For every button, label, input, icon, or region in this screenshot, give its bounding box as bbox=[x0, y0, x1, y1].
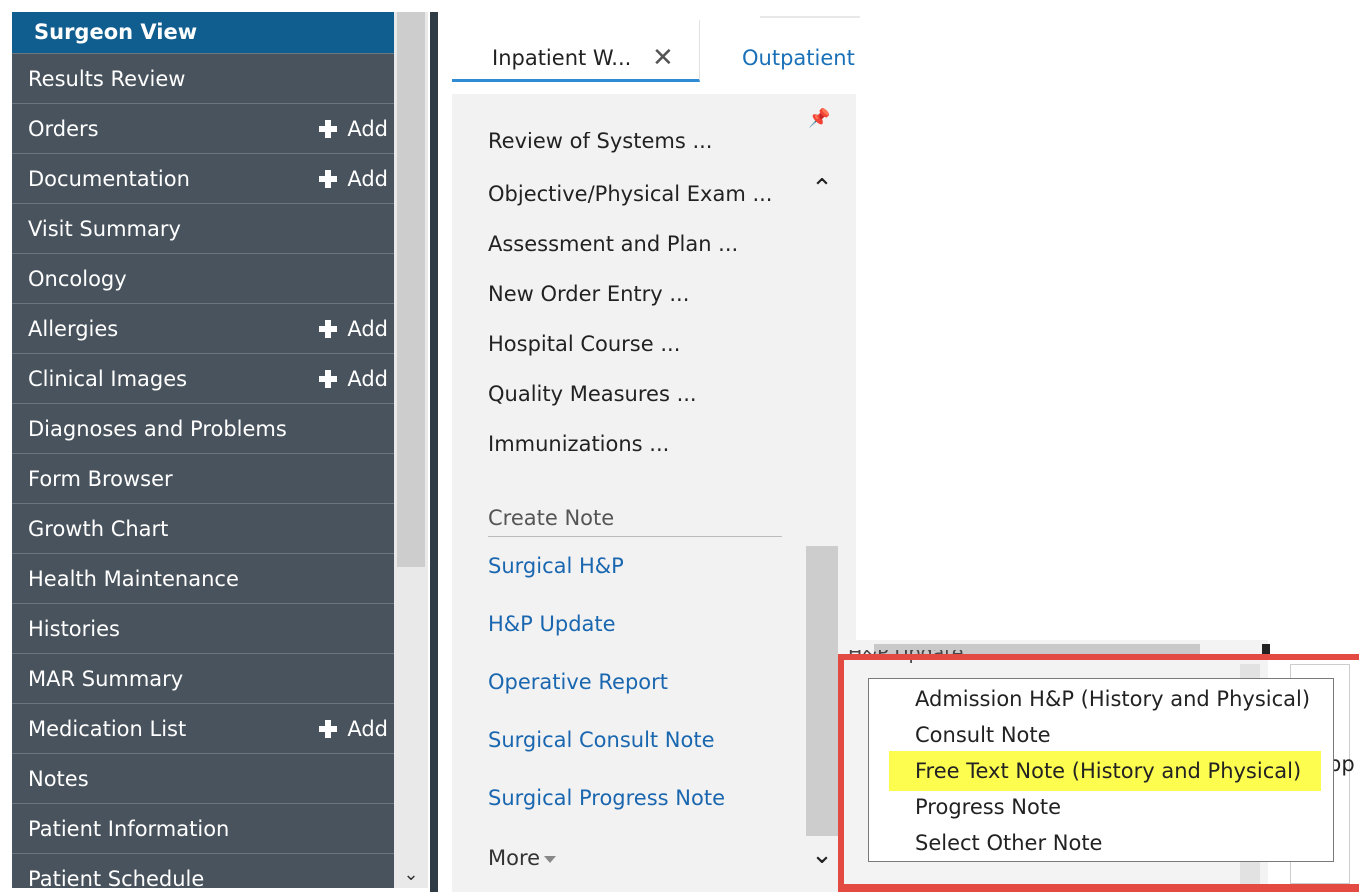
menu-item-histories[interactable]: Histories bbox=[12, 604, 394, 654]
menu-item-label: Visit Summary bbox=[28, 217, 181, 241]
menu-item-growth-chart[interactable]: Growth Chart bbox=[12, 504, 394, 554]
section-review-of-systems[interactable]: Review of Systems ... bbox=[488, 132, 712, 154]
menu-item-documentation[interactable]: Documentation Add bbox=[12, 154, 394, 204]
menu-item-label: Notes bbox=[28, 767, 89, 791]
popup-handle bbox=[1262, 644, 1270, 660]
more-dropdown[interactable]: More bbox=[488, 846, 557, 870]
menu-item-mar-summary[interactable]: MAR Summary bbox=[12, 654, 394, 704]
tab-label: Outpatient bbox=[742, 46, 855, 70]
close-icon[interactable]: ✕ bbox=[652, 20, 674, 79]
menu-scrollbar-thumb[interactable] bbox=[397, 12, 425, 567]
menu-item-label: Results Review bbox=[28, 67, 186, 91]
more-label: More bbox=[488, 846, 541, 870]
menu-item-diagnoses-and-problems[interactable]: Diagnoses and Problems bbox=[12, 404, 394, 454]
note-type-dropdown: Admission H&P (History and Physical) Con… bbox=[868, 678, 1334, 862]
menu-item-allergies[interactable]: Allergies Add bbox=[12, 304, 394, 354]
menu-item-health-maintenance[interactable]: Health Maintenance bbox=[12, 554, 394, 604]
menu-item-label: Oncology bbox=[28, 267, 127, 291]
toolbar-edge bbox=[760, 16, 860, 18]
menu-item-label: Allergies bbox=[28, 317, 119, 341]
add-label: Add bbox=[347, 167, 388, 191]
menu-item-visit-summary[interactable]: Visit Summary bbox=[12, 204, 394, 254]
menu-item-clinical-images[interactable]: Clinical Images Add bbox=[12, 354, 394, 404]
section-immunizations[interactable]: Immunizations ... bbox=[488, 432, 669, 456]
tab-label: Inpatient W... bbox=[492, 46, 632, 70]
menu-item-medication-list[interactable]: Medication List Add bbox=[12, 704, 394, 754]
menu-item-results-review[interactable]: Results Review bbox=[12, 54, 394, 104]
menu-item-orders[interactable]: Orders Add bbox=[12, 104, 394, 154]
option-free-text-note[interactable]: Free Text Note (History and Physical) bbox=[915, 759, 1301, 783]
create-note-divider bbox=[488, 536, 782, 537]
add-label: Add bbox=[347, 317, 388, 341]
note-link-hp-update[interactable]: H&P Update bbox=[488, 612, 616, 636]
annotation-box-bottom bbox=[838, 884, 1359, 892]
menu-item-label: Diagnoses and Problems bbox=[28, 417, 287, 441]
caret-down-icon bbox=[544, 855, 557, 863]
pin-icon[interactable]: 📌 bbox=[808, 108, 830, 129]
note-link-surgical-progress-note[interactable]: Surgical Progress Note bbox=[488, 786, 725, 810]
section-new-order-entry[interactable]: New Order Entry ... bbox=[488, 282, 689, 306]
section-hospital-course[interactable]: Hospital Course ... bbox=[488, 332, 680, 356]
chevron-down-icon[interactable]: ⌄ bbox=[806, 840, 838, 870]
plus-icon bbox=[319, 320, 338, 338]
menu-item-patient-schedule[interactable]: Patient Schedule bbox=[12, 854, 394, 888]
plus-icon bbox=[319, 370, 338, 388]
menu-item-label: Patient Schedule bbox=[28, 867, 205, 888]
plus-icon bbox=[319, 120, 338, 138]
plus-icon bbox=[319, 720, 338, 738]
menu-header[interactable]: Surgeon View bbox=[12, 12, 394, 54]
menu-item-oncology[interactable]: Oncology bbox=[12, 254, 394, 304]
option-progress-note[interactable]: Progress Note bbox=[915, 795, 1061, 819]
tab-bar: Inpatient W... ✕ Outpatient bbox=[452, 20, 858, 82]
option-admission-hp[interactable]: Admission H&P (History and Physical) bbox=[915, 687, 1310, 711]
add-label: Add bbox=[347, 717, 388, 741]
pane-divider bbox=[430, 12, 438, 892]
menu-item-label: Documentation bbox=[28, 167, 190, 191]
section-objective-physical-exam[interactable]: Objective/Physical Exam ... bbox=[488, 182, 772, 206]
popup-partial-header: H&P Update bbox=[848, 650, 964, 664]
menu-item-label: Growth Chart bbox=[28, 517, 169, 541]
menu-item-label: Histories bbox=[28, 617, 120, 641]
menu-item-label: Patient Information bbox=[28, 817, 230, 841]
plus-icon bbox=[319, 170, 338, 188]
option-select-other-note[interactable]: Select Other Note bbox=[915, 831, 1102, 855]
note-link-operative-report[interactable]: Operative Report bbox=[488, 670, 668, 694]
chevron-down-icon[interactable]: ⌄ bbox=[394, 862, 428, 888]
section-quality-measures[interactable]: Quality Measures ... bbox=[488, 382, 697, 406]
add-medication-list-button[interactable]: Add bbox=[319, 704, 388, 754]
option-consult-note[interactable]: Consult Note bbox=[915, 723, 1051, 747]
add-allergies-button[interactable]: Add bbox=[319, 304, 388, 354]
note-link-surgical-hp[interactable]: Surgical H&P bbox=[488, 554, 624, 578]
menu-item-label: Clinical Images bbox=[28, 367, 188, 391]
chevron-up-icon[interactable]: ⌃ bbox=[806, 174, 838, 204]
menu-item-label: Orders bbox=[28, 117, 99, 141]
add-label: Add bbox=[347, 367, 388, 391]
add-clinical-images-button[interactable]: Add bbox=[319, 354, 388, 404]
panel-scrollbar-thumb[interactable] bbox=[806, 546, 838, 836]
menu-item-label: Form Browser bbox=[28, 467, 173, 491]
workflow-panel: Review of Systems ... Objective/Physical… bbox=[452, 94, 856, 892]
menu-item-patient-information[interactable]: Patient Information bbox=[12, 804, 394, 854]
note-link-surgical-consult-note[interactable]: Surgical Consult Note bbox=[488, 728, 715, 752]
menu-scrollbar[interactable]: ⌄ bbox=[394, 12, 428, 888]
tab-inpatient-workflow[interactable]: Inpatient W... ✕ bbox=[452, 20, 700, 82]
menu-item-form-browser[interactable]: Form Browser bbox=[12, 454, 394, 504]
panel-scrollbar[interactable]: ⌃ ⌄ bbox=[806, 154, 838, 890]
create-note-heading: Create Note bbox=[488, 506, 615, 530]
menu-item-notes[interactable]: Notes bbox=[12, 754, 394, 804]
add-documentation-button[interactable]: Add bbox=[319, 154, 388, 204]
add-label: Add bbox=[347, 117, 388, 141]
tab-outpatient[interactable]: Outpatient bbox=[742, 20, 858, 82]
navigation-menu: Surgeon View Results Review Orders Add Do… bbox=[12, 12, 394, 888]
menu-item-label: Medication List bbox=[28, 717, 187, 741]
section-assessment-and-plan[interactable]: Assessment and Plan ... bbox=[488, 232, 738, 256]
menu-item-label: Health Maintenance bbox=[28, 567, 239, 591]
menu-item-label: MAR Summary bbox=[28, 667, 184, 691]
add-orders-button[interactable]: Add bbox=[319, 104, 388, 154]
